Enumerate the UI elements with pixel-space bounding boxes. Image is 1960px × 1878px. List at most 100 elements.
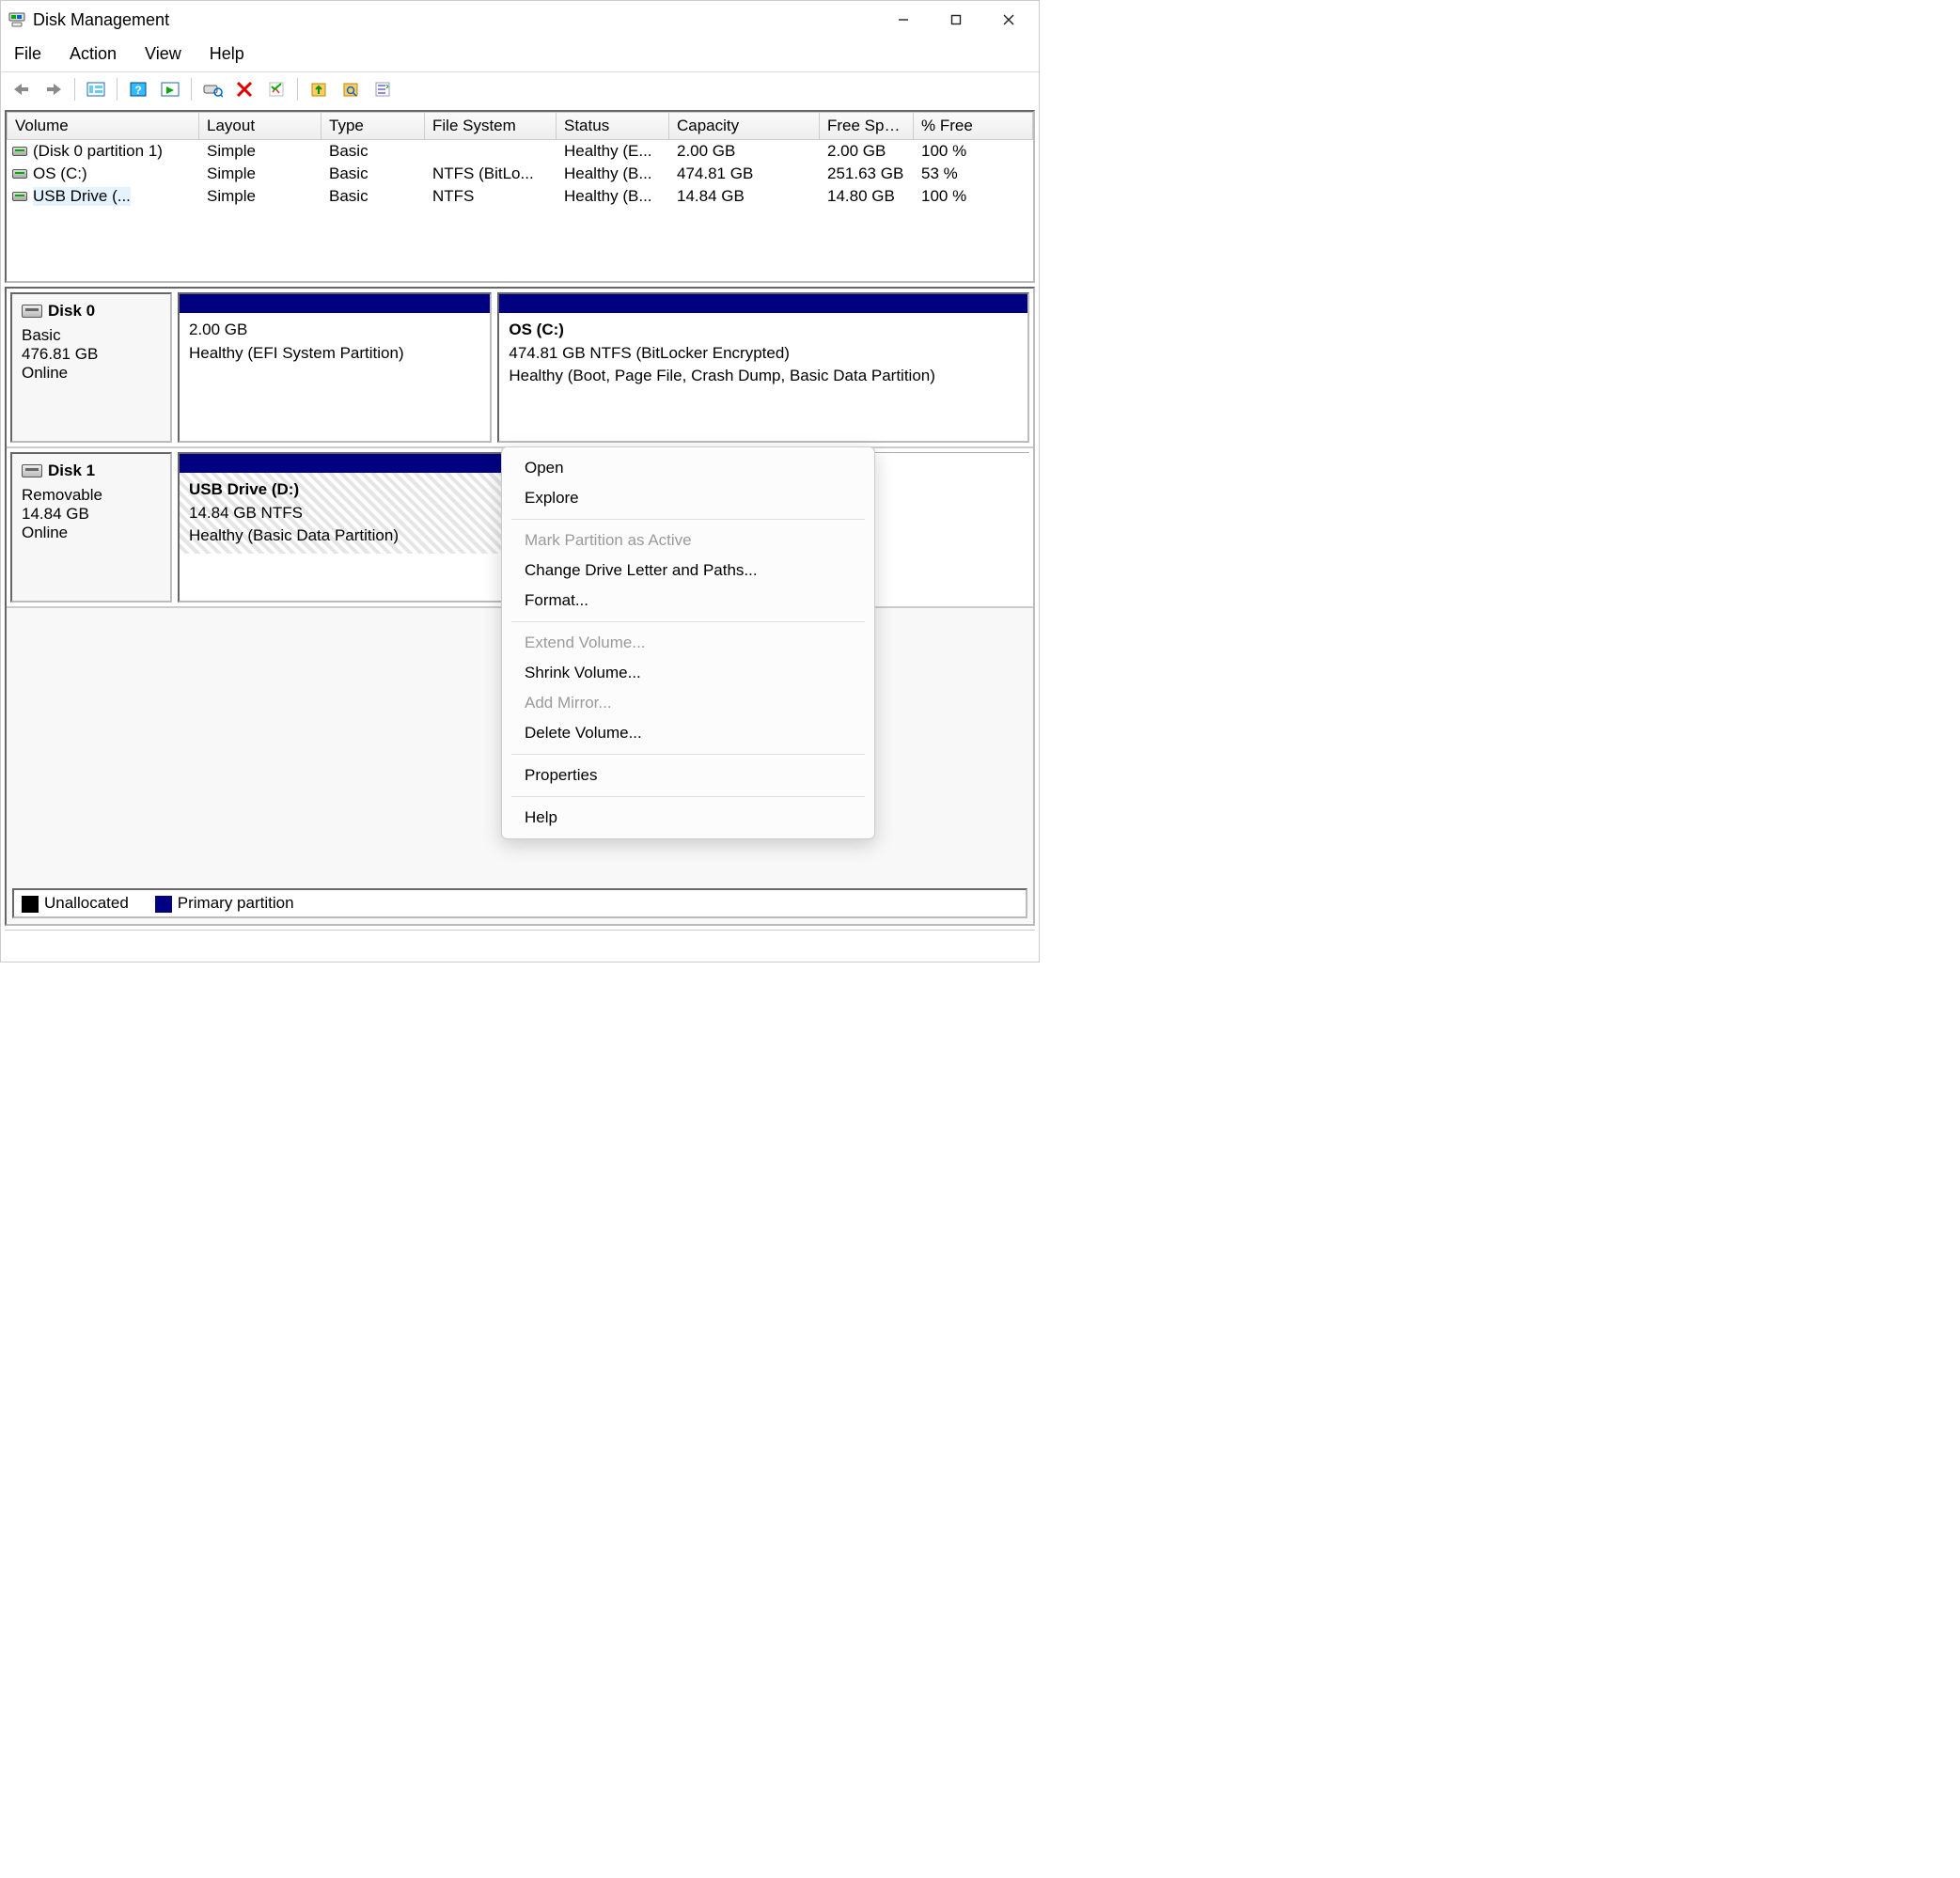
partition-header-bar [180, 294, 490, 313]
delete-icon[interactable] [231, 76, 258, 102]
volume-pctfree: 53 % [914, 163, 1033, 185]
partition-line1: 14.84 GB NTFS [189, 504, 303, 522]
window-title: Disk Management [33, 10, 169, 30]
svg-text:?: ? [134, 84, 141, 97]
menu-file[interactable]: File [12, 42, 43, 66]
action-list-button[interactable] [157, 76, 183, 102]
volume-free: 251.63 GB [820, 163, 914, 185]
volume-capacity: 474.81 GB [669, 163, 820, 185]
disk-name: Disk 0 [48, 302, 95, 321]
separator [191, 78, 192, 101]
disk-size: 476.81 GB [22, 345, 161, 364]
volume-name: OS (C:) [33, 164, 87, 183]
volume-fs: NTFS (BitLo... [425, 163, 557, 185]
col-filesystem[interactable]: File System [425, 112, 557, 140]
disk-map: Disk 0 Basic 476.81 GB Online 2.00 GB He… [5, 287, 1035, 926]
menu-bar: File Action View Help [1, 39, 1039, 71]
menu-item: Extend Volume... [502, 628, 874, 658]
menu-item[interactable]: Help [502, 803, 874, 833]
volume-row[interactable]: (Disk 0 partition 1) Simple Basic Health… [7, 140, 1033, 163]
menu-item: Add Mirror... [502, 688, 874, 718]
help-button[interactable]: ? [125, 76, 151, 102]
menu-separator [511, 796, 865, 797]
volume-row[interactable]: USB Drive (... Simple Basic NTFS Healthy… [7, 185, 1033, 208]
close-button[interactable] [982, 3, 1035, 37]
volume-columns: Volume Layout Type File System Status Ca… [7, 112, 1033, 140]
col-volume[interactable]: Volume [7, 112, 199, 140]
disk-row: Disk 0 Basic 476.81 GB Online 2.00 GB He… [7, 289, 1033, 448]
disk-icon [22, 305, 42, 318]
legend: Unallocated Primary partition [12, 888, 1027, 918]
volume-row[interactable]: OS (C:) Simple Basic NTFS (BitLo... Heal… [7, 163, 1033, 185]
volume-free: 14.80 GB [820, 185, 914, 208]
disk-basic: Removable [22, 486, 161, 505]
menu-item[interactable]: Delete Volume... [502, 718, 874, 748]
volume-layout: Simple [199, 185, 321, 208]
menu-view[interactable]: View [143, 42, 183, 66]
upload-icon[interactable] [306, 76, 332, 102]
swatch-unallocated-icon [22, 896, 39, 913]
partition-box[interactable]: OS (C:) 474.81 GB NTFS (BitLocker Encryp… [497, 292, 1029, 443]
volume-capacity: 2.00 GB [669, 140, 820, 163]
partition-line1: 474.81 GB NTFS (BitLocker Encrypted) [509, 344, 790, 362]
col-capacity[interactable]: Capacity [669, 112, 820, 140]
volume-pctfree: 100 % [914, 140, 1033, 163]
col-status[interactable]: Status [557, 112, 669, 140]
maximize-button[interactable] [930, 3, 982, 37]
col-pctfree[interactable]: % Free [914, 112, 1033, 140]
swatch-primary-icon [155, 896, 172, 913]
menu-action[interactable]: Action [68, 42, 118, 66]
disk-name: Disk 1 [48, 462, 95, 480]
options-icon[interactable] [369, 76, 396, 102]
refresh-disk-button[interactable] [199, 76, 226, 102]
menu-item[interactable]: Open [502, 453, 874, 483]
volume-list: Volume Layout Type File System Status Ca… [5, 110, 1035, 283]
menu-item[interactable]: Change Drive Letter and Paths... [502, 556, 874, 586]
toolbar: ? [1, 71, 1039, 106]
minimize-button[interactable] [877, 3, 930, 37]
menu-item[interactable]: Format... [502, 586, 874, 616]
volume-layout: Simple [199, 163, 321, 185]
volume-pctfree: 100 % [914, 185, 1033, 208]
menu-help[interactable]: Help [208, 42, 246, 66]
volume-type: Basic [321, 140, 425, 163]
disk-info[interactable]: Disk 1 Removable 14.84 GB Online [10, 452, 172, 603]
volume-type: Basic [321, 163, 425, 185]
search-folder-icon[interactable] [337, 76, 364, 102]
separator [297, 78, 298, 101]
col-free[interactable]: Free Spa... [820, 112, 914, 140]
disk-status: Online [22, 364, 161, 383]
legend-primary: Primary partition [178, 894, 294, 912]
menu-item[interactable]: Explore [502, 483, 874, 513]
volume-free: 2.00 GB [820, 140, 914, 163]
back-button[interactable] [8, 76, 35, 102]
partition-line1: 2.00 GB [189, 321, 247, 338]
menu-separator [511, 519, 865, 520]
menu-item[interactable]: Properties [502, 760, 874, 790]
disk-icon [12, 169, 27, 179]
partition-title: USB Drive (D:) [189, 480, 299, 498]
context-menu: OpenExplore Mark Partition as ActiveChang… [501, 446, 875, 839]
col-layout[interactable]: Layout [199, 112, 321, 140]
partition-line2: Healthy (Boot, Page File, Crash Dump, Ba… [509, 367, 935, 384]
disk-info[interactable]: Disk 0 Basic 476.81 GB Online [10, 292, 172, 443]
disk-size: 14.84 GB [22, 505, 161, 524]
disk-icon [12, 147, 27, 156]
menu-item[interactable]: Shrink Volume... [502, 658, 874, 688]
disk-status: Online [22, 524, 161, 542]
volume-layout: Simple [199, 140, 321, 163]
menu-separator [511, 621, 865, 622]
volume-status: Healthy (B... [557, 185, 669, 208]
col-type[interactable]: Type [321, 112, 425, 140]
disk-basic: Basic [22, 326, 161, 345]
forward-button[interactable] [40, 76, 67, 102]
properties-button[interactable] [263, 76, 290, 102]
title-bar: Disk Management [1, 1, 1039, 39]
menu-separator [511, 754, 865, 755]
menu-item: Mark Partition as Active [502, 525, 874, 556]
partition-box[interactable]: 2.00 GB Healthy (EFI System Partition) [178, 292, 492, 443]
disk-icon [12, 192, 27, 201]
show-hide-tree-button[interactable] [83, 76, 109, 102]
volume-name: USB Drive (... [33, 187, 131, 206]
partition-line2: Healthy (Basic Data Partition) [189, 526, 399, 544]
